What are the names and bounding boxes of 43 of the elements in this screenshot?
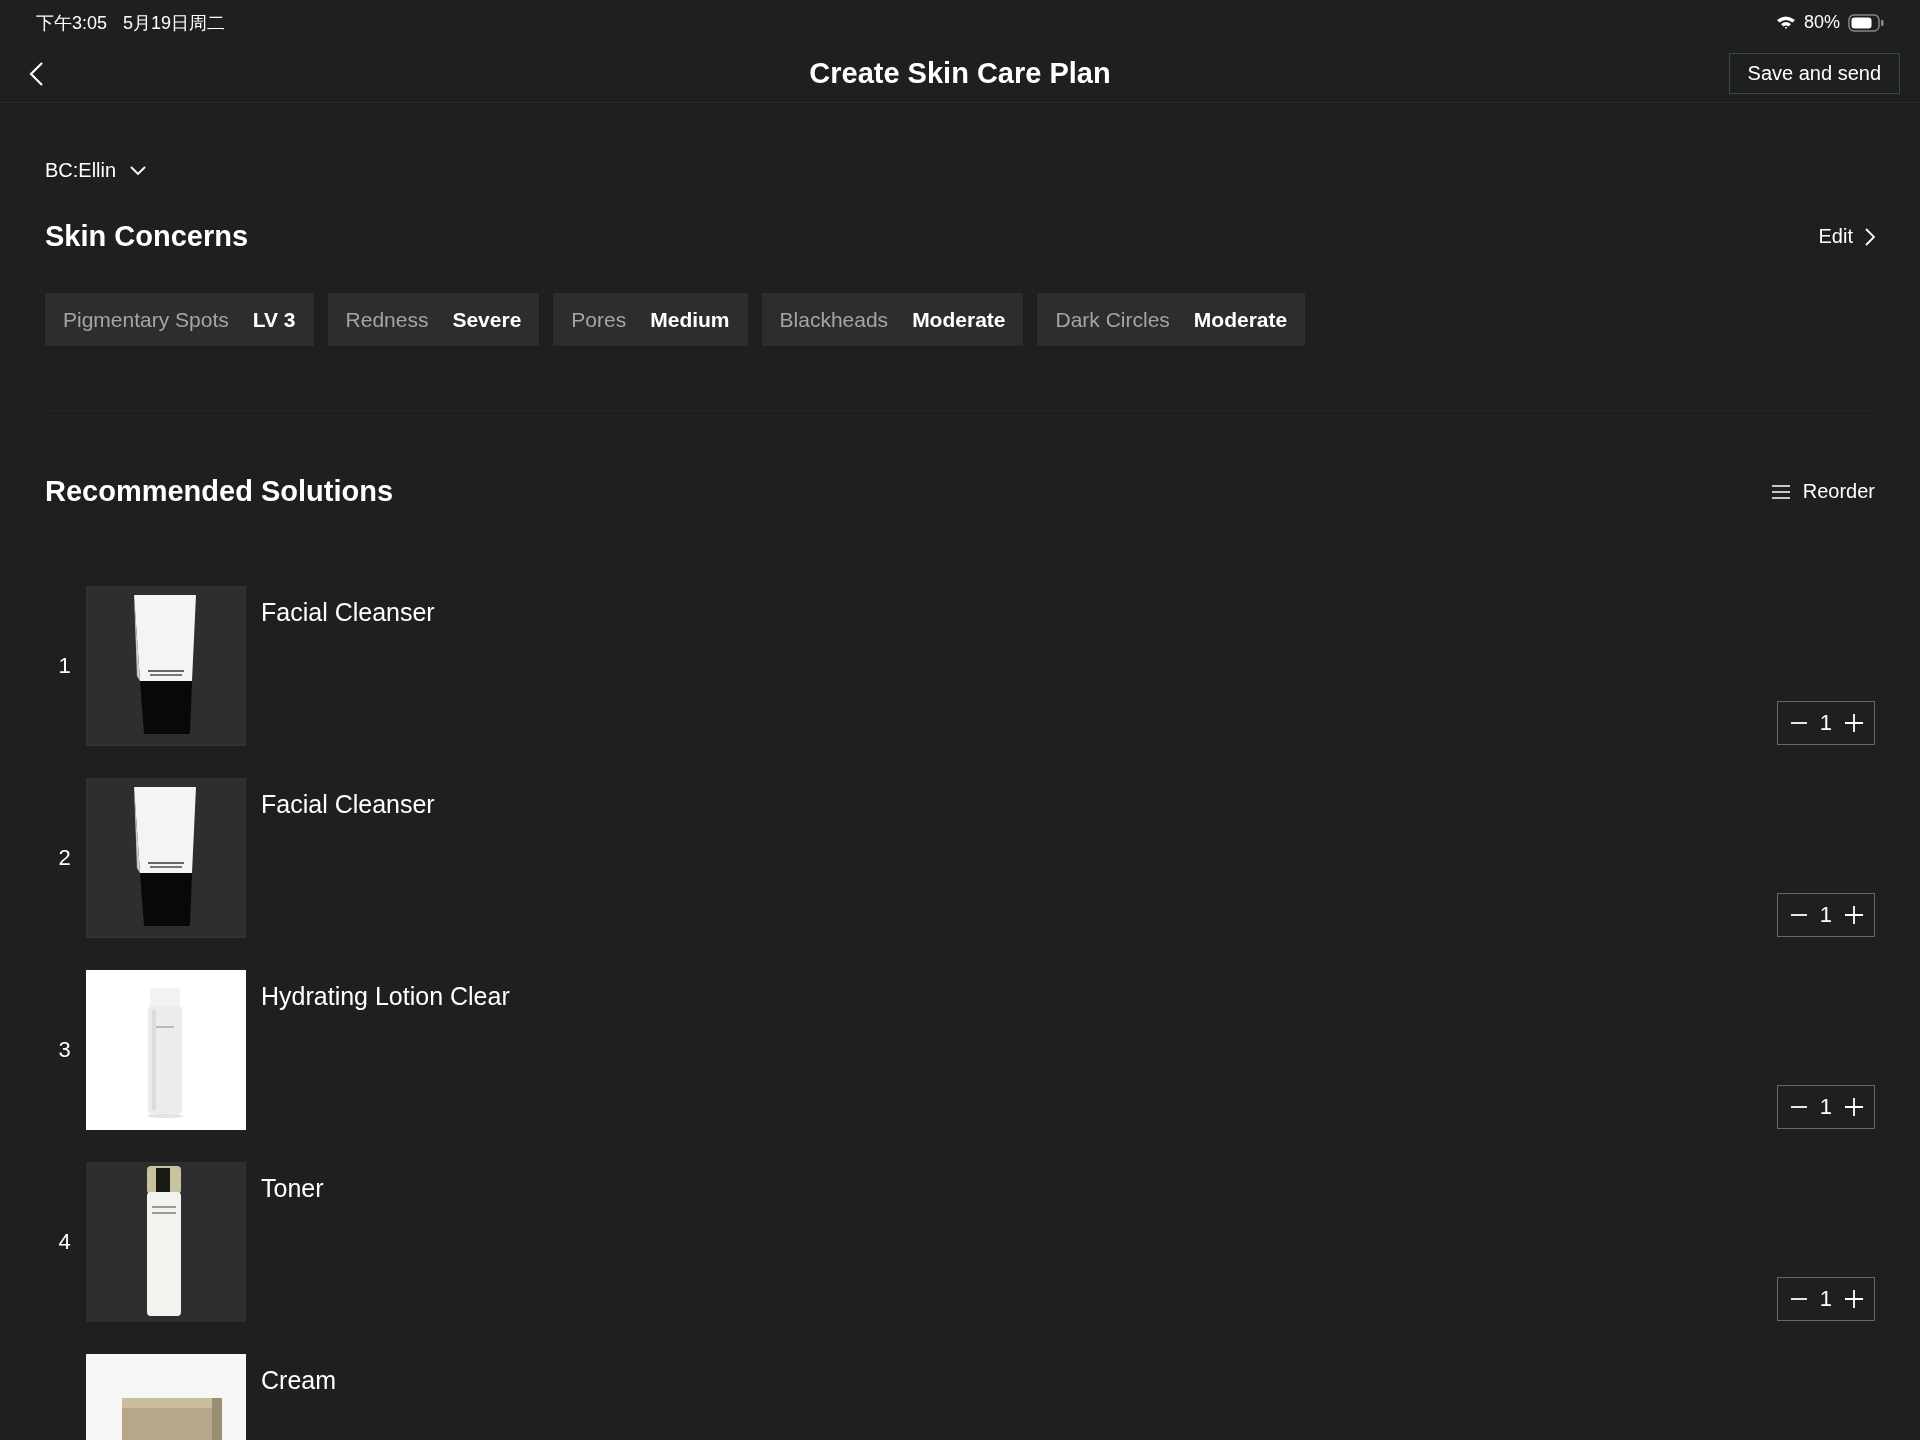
quantity-value: 1 bbox=[1819, 1094, 1832, 1120]
status-date: 5月19日周二 bbox=[123, 11, 226, 35]
chevron-down-icon bbox=[130, 165, 147, 176]
product-name: Facial Cleanser bbox=[261, 598, 436, 627]
wifi-icon bbox=[1775, 15, 1796, 30]
plus-icon[interactable] bbox=[1844, 905, 1864, 925]
concern-name: Pigmentary Spots bbox=[63, 307, 229, 332]
edit-link[interactable]: Edit bbox=[1818, 225, 1875, 248]
row-number: 2 bbox=[58, 845, 71, 871]
concern-name: Pores bbox=[571, 307, 627, 332]
plus-icon[interactable] bbox=[1844, 713, 1864, 733]
concern-name: Redness bbox=[345, 307, 429, 332]
plus-icon[interactable] bbox=[1844, 1289, 1864, 1309]
product-name: Cream bbox=[261, 1366, 337, 1395]
concern-name: Blackheads bbox=[779, 307, 889, 332]
back-icon bbox=[28, 60, 46, 87]
concern-level: Severe bbox=[452, 307, 522, 332]
save-and-send-button[interactable]: Save and send bbox=[1728, 53, 1900, 94]
quantity-value: 1 bbox=[1819, 1286, 1832, 1312]
quantity-value: 1 bbox=[1819, 902, 1832, 928]
row-number: 4 bbox=[58, 1229, 71, 1255]
concern-level: Moderate bbox=[1193, 307, 1288, 332]
reorder-button[interactable]: Reorder bbox=[1770, 480, 1875, 503]
status-time: 下午3:05 bbox=[36, 11, 108, 35]
concern-level: LV 3 bbox=[252, 307, 296, 332]
row-number: 1 bbox=[58, 653, 71, 679]
section-title: Recommended Solutions bbox=[45, 475, 394, 508]
page-title: Create Skin Care Plan bbox=[809, 57, 1111, 90]
concern-name: Dark Circles bbox=[1055, 307, 1170, 332]
section-title: Skin Concerns bbox=[45, 220, 249, 253]
battery-icon bbox=[1848, 13, 1884, 32]
concern-level: Moderate bbox=[912, 307, 1006, 332]
quantity-value: 1 bbox=[1819, 710, 1832, 736]
consultant-selector[interactable]: BC:Ellin bbox=[45, 159, 147, 182]
product-name: Hydrating Lotion Clear bbox=[261, 982, 511, 1011]
concern-level: Medium bbox=[650, 307, 730, 332]
product-name: Toner bbox=[261, 1174, 325, 1203]
menu-icon bbox=[1770, 483, 1791, 500]
product-name: Facial Cleanser bbox=[261, 790, 436, 819]
row-number: 3 bbox=[58, 1037, 71, 1063]
battery-percent: 80% bbox=[1803, 12, 1840, 33]
plus-icon[interactable] bbox=[1844, 1097, 1864, 1117]
chevron-right-icon bbox=[1865, 227, 1875, 246]
